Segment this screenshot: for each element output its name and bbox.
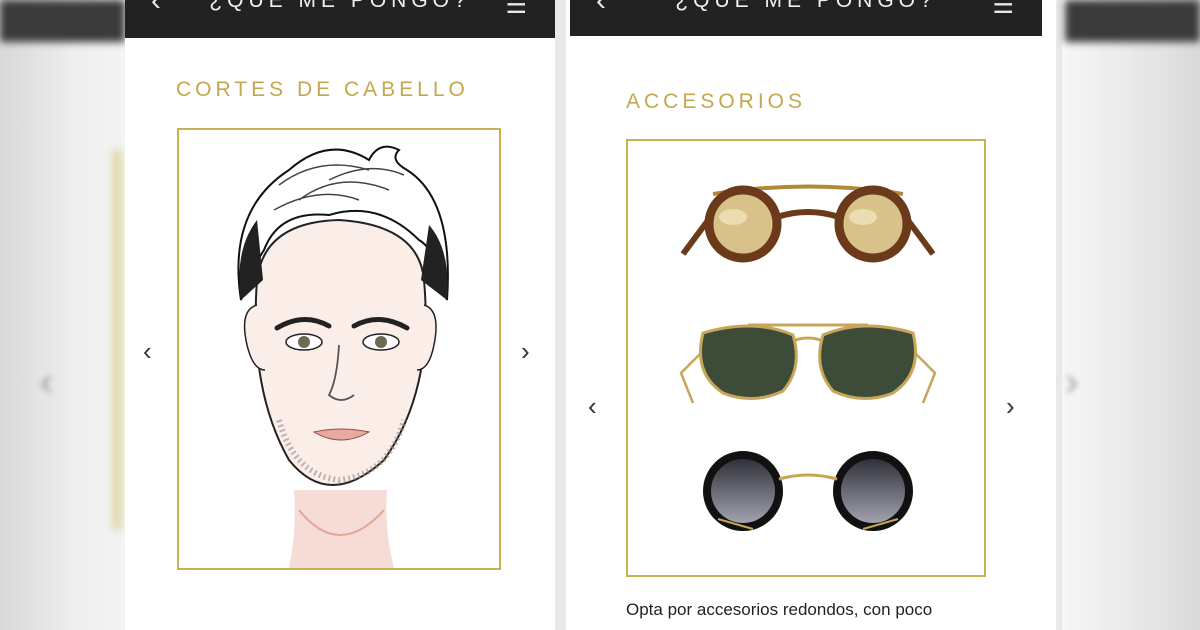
man-face-illustration	[237, 145, 449, 568]
top-bar: ‹ ¿QUÉ ME PONGO? ☰	[125, 0, 555, 38]
hamburger-menu-icon[interactable]: ☰	[992, 0, 1014, 18]
aviator-sunglasses	[679, 323, 937, 404]
hamburger-menu-icon[interactable]: ☰	[505, 0, 527, 18]
next-icon[interactable]: ›	[1006, 393, 1015, 419]
top-bar: ‹ ¿QUÉ ME PONGO? ☰	[570, 0, 1042, 36]
round-tortoise-sunglasses	[680, 184, 936, 263]
accessories-frame	[626, 139, 986, 577]
description-text: Opta por accesorios redondos, con poco	[626, 600, 933, 619]
background-topbar-blur	[1065, 0, 1200, 42]
accessories-description: Opta por accesorios redondos, con poco	[626, 598, 1046, 622]
background-right-blur	[1062, 0, 1200, 630]
haircut-illustration-frame	[177, 128, 501, 570]
screen-haircuts: ‹ ¿QUÉ ME PONGO? ☰ CORTES DE CABELLO ‹ ›	[125, 0, 555, 630]
background-arrow-blur: ‹	[40, 360, 54, 404]
screen-accessories: ‹ ¿QUÉ ME PONGO? ☰ ACCESORIOS ‹ › Opta p…	[566, 0, 1056, 630]
prev-icon[interactable]: ‹	[588, 393, 597, 419]
background-arrow-blur: ›	[1065, 360, 1079, 404]
prev-icon[interactable]: ‹	[143, 338, 152, 364]
app-title: ¿QUÉ ME PONGO?	[209, 0, 471, 12]
background-topbar-blur	[0, 0, 125, 42]
background-frame-blur	[112, 150, 122, 530]
next-icon[interactable]: ›	[521, 338, 530, 364]
app-title: ¿QUÉ ME PONGO?	[675, 0, 937, 12]
round-black-sunglasses	[703, 451, 913, 531]
background-left-blur	[0, 0, 125, 630]
section-title: ACCESORIOS	[626, 90, 807, 113]
section-title: CORTES DE CABELLO	[176, 78, 469, 101]
